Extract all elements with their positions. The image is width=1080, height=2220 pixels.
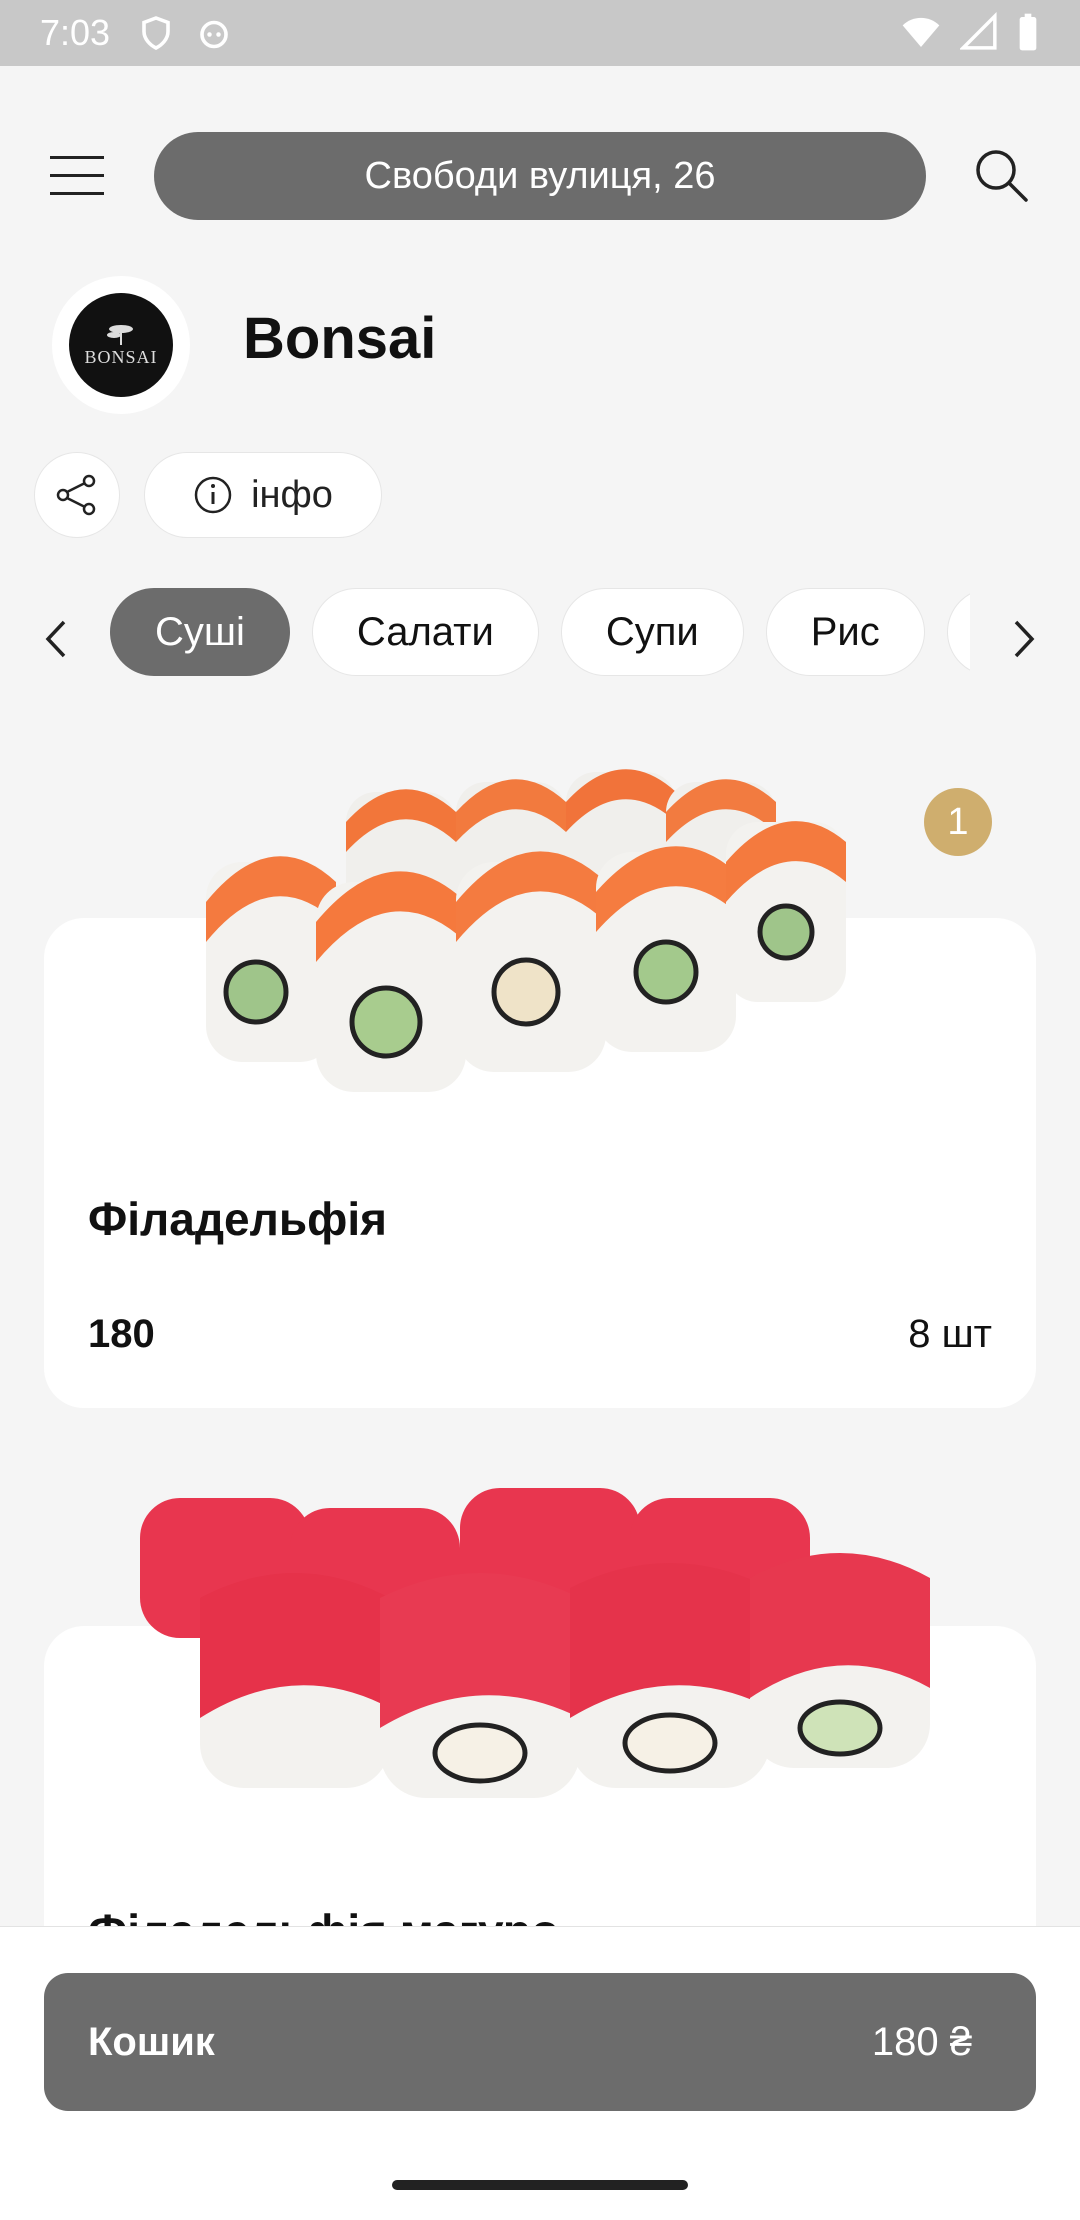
info-label: інфо bbox=[251, 473, 333, 516]
tab-label: Супи bbox=[605, 609, 699, 654]
share-button[interactable] bbox=[34, 452, 120, 538]
address-text: Свободи вулиця, 26 bbox=[364, 154, 716, 197]
cat-face-icon bbox=[200, 20, 228, 49]
tab-salads[interactable]: Салати bbox=[311, 588, 539, 676]
category-tabs: Суші Салати Супи Рис bbox=[110, 588, 970, 678]
tab-more[interactable] bbox=[946, 588, 970, 676]
product-price: 180 bbox=[88, 1312, 155, 1356]
tab-rice[interactable]: Рис bbox=[765, 588, 925, 676]
info-icon bbox=[194, 476, 232, 514]
restaurant-name: Bonsai bbox=[243, 306, 437, 371]
info-button[interactable]: інфо bbox=[144, 452, 382, 538]
cart-button[interactable]: Кошик 180 ₴ bbox=[44, 1973, 1036, 2111]
chevron-right-icon[interactable] bbox=[1004, 612, 1044, 666]
search-icon[interactable] bbox=[972, 146, 1032, 206]
top-app-bar: Свободи вулиця, 26 bbox=[0, 66, 1080, 286]
tab-sushi[interactable]: Суші bbox=[110, 588, 290, 676]
tab-label: Рис bbox=[810, 609, 880, 654]
address-selector[interactable]: Свободи вулиця, 26 bbox=[154, 132, 926, 220]
share-icon bbox=[56, 474, 96, 516]
logo-text: BONSAI bbox=[84, 346, 158, 367]
product-quantity: 8 шт bbox=[908, 1312, 992, 1356]
status-bar: 7:03 bbox=[0, 0, 1080, 66]
status-time: 7:03 bbox=[40, 12, 111, 53]
tab-label: Суші bbox=[155, 609, 245, 654]
salmon-sushi-image bbox=[206, 769, 846, 1092]
tab-soups[interactable]: Супи bbox=[560, 588, 744, 676]
battery-icon bbox=[1019, 13, 1037, 51]
tab-label: Салати bbox=[356, 609, 494, 654]
signal-icon bbox=[960, 12, 997, 50]
wifi-icon bbox=[902, 17, 940, 47]
tuna-sushi-image bbox=[140, 1488, 930, 1798]
cart-count-badge: 1 bbox=[924, 788, 992, 856]
shield-icon bbox=[142, 16, 170, 51]
home-indicator[interactable] bbox=[392, 2180, 688, 2190]
bottom-cart-sheet: Кошик 180 ₴ bbox=[0, 1926, 1080, 2220]
menu-icon[interactable] bbox=[50, 156, 104, 196]
restaurant-logo: BONSAI bbox=[52, 276, 190, 414]
bonsai-logo-icon: BONSAI bbox=[69, 293, 173, 397]
product-name: Філадельфія bbox=[88, 1193, 387, 1245]
cart-total: 180 ₴ bbox=[871, 2019, 972, 2064]
bonsai-tree-icon bbox=[107, 324, 133, 345]
cart-label: Кошик bbox=[88, 2019, 215, 2064]
chevron-left-icon[interactable] bbox=[36, 612, 76, 666]
